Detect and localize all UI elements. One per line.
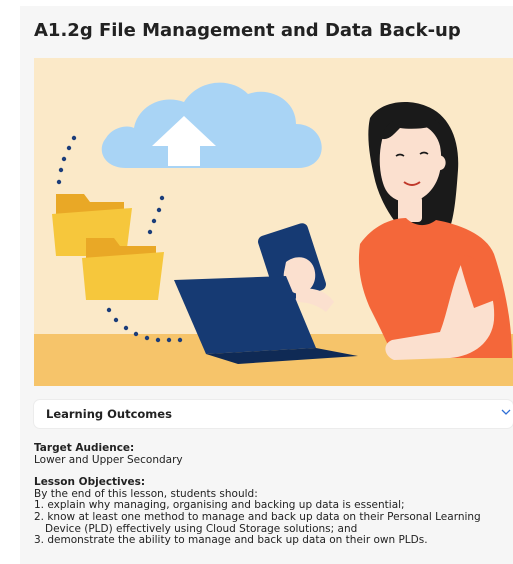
folder-icon: [82, 238, 164, 300]
objective-item: 2. know at least one method to manage an…: [34, 510, 481, 535]
page-title: A1.2g File Management and Data Back-up: [34, 20, 461, 41]
learning-outcomes-accordion[interactable]: Learning Outcomes: [34, 400, 513, 428]
chevron-down-icon[interactable]: [501, 407, 511, 417]
target-audience-heading: Target Audience:: [34, 442, 135, 454]
target-audience-value: Lower and Upper Secondary: [34, 453, 183, 466]
lesson-illustration: [34, 58, 513, 386]
objective-item: 3. demonstrate the ability to manage and…: [34, 534, 428, 547]
lesson-details: Target Audience: Lower and Upper Seconda…: [34, 442, 509, 547]
accordion-label: Learning Outcomes: [46, 407, 172, 421]
